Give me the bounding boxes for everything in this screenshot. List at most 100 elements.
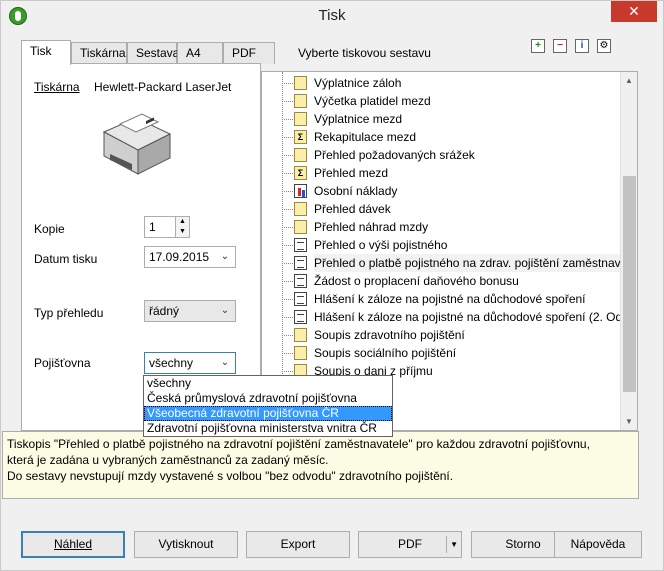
overview-type-select[interactable]: řádný ⌄ — [144, 300, 236, 322]
tree-connector — [284, 191, 293, 192]
tab-tiskarna[interactable]: Tiskárna — [71, 42, 127, 64]
report-item-label: Výplatnice záloh — [314, 76, 402, 90]
report-selection-caption: Vyberte tiskovou sestavu — [298, 46, 431, 60]
date-input[interactable]: 17.09.2015 ⌄ — [144, 246, 236, 268]
help-button[interactable]: Nápověda — [554, 531, 642, 558]
report-item[interactable]: Soupis zdravotního pojištění — [284, 326, 624, 344]
report-item-label: Soupis zdravotního pojištění — [314, 328, 465, 342]
title-bar: Tisk ✕ — [1, 1, 663, 31]
tree-connector — [284, 101, 293, 102]
add-icon[interactable]: + — [531, 39, 545, 53]
folder-icon — [294, 112, 307, 126]
report-item[interactable]: Hlášení k záloze na pojistné na důchodov… — [284, 290, 624, 308]
report-item-label: Výčetka platidel mezd — [314, 94, 431, 108]
report-item[interactable]: Osobní náklady — [284, 182, 624, 200]
scroll-down-icon[interactable]: ▼ — [621, 413, 637, 430]
report-item[interactable]: Přehled náhrad mzdy — [284, 218, 624, 236]
scroll-thumb[interactable] — [623, 176, 636, 392]
tab-pdf[interactable]: PDF — [223, 42, 275, 64]
report-item-label: Přehled náhrad mzdy — [314, 220, 429, 234]
close-button[interactable]: ✕ — [611, 1, 657, 22]
printer-link[interactable]: Tiskárna — [34, 80, 80, 94]
report-item[interactable]: Žádost o proplacení daňového bonusu — [284, 272, 624, 290]
description-line: Tiskopis "Přehled o platbě pojistného na… — [7, 437, 590, 451]
folder-icon — [294, 76, 307, 90]
tree-connector — [284, 173, 293, 174]
report-item[interactable]: Výčetka platidel mezd — [284, 92, 624, 110]
split-divider — [446, 536, 447, 553]
tree-connector — [284, 119, 293, 120]
report-item-label: Hlášení k záloze na pojistné na důchodov… — [314, 310, 629, 324]
report-item-label: Hlášení k záloze na pojistné na důchodov… — [314, 292, 586, 306]
report-item[interactable]: Σ Rekapitulace mezd — [284, 128, 624, 146]
report-item[interactable]: Výplatnice záloh — [284, 74, 624, 92]
chart-icon — [294, 184, 307, 198]
tab-sestava[interactable]: Sestava — [127, 42, 179, 64]
tree-connector — [284, 299, 293, 300]
folder-icon — [294, 94, 307, 108]
window-title: Tisk — [318, 7, 346, 24]
description-line: Do sestavy nevstupují mzdy vystavené s v… — [7, 469, 454, 483]
report-item-label: Přehled dávek — [314, 202, 391, 216]
preview-button[interactable]: Náhled — [21, 531, 125, 558]
description-line: která je zadána u vybraných zaměstnanců … — [7, 453, 329, 467]
tree-connector — [284, 371, 293, 372]
insurer-label: Pojišťovna — [34, 356, 91, 370]
tree-connector — [284, 245, 293, 246]
tree-connector — [284, 317, 293, 318]
close-icon: ✕ — [628, 3, 640, 19]
report-item[interactable]: Přehled požadovaných srážek — [284, 146, 624, 164]
chevron-down-icon: ⌄ — [220, 357, 230, 368]
doc-icon — [294, 292, 307, 306]
tree-connector — [284, 209, 293, 210]
info-icon[interactable]: i — [575, 39, 589, 53]
report-item-label: Přehled o platbě pojistného na zdrav. po… — [314, 254, 628, 272]
insurer-option[interactable]: Zdravotní pojišťovna ministerstva vnitra… — [144, 421, 392, 436]
remove-icon[interactable]: − — [553, 39, 567, 53]
print-button[interactable]: Vytisknout — [134, 531, 238, 558]
report-list-scrollbar[interactable]: ▲ ▼ — [620, 72, 637, 430]
folder-icon — [294, 220, 307, 234]
overview-type-label: Typ přehledu — [34, 306, 104, 320]
tree-connector — [284, 83, 293, 84]
scroll-up-icon[interactable]: ▲ — [621, 72, 637, 89]
tree-connector — [284, 335, 293, 336]
copies-spinner[interactable]: ▲ ▼ — [175, 217, 189, 237]
folder-icon — [294, 346, 307, 360]
printer-name: Hewlett-Packard LaserJet — [94, 80, 232, 94]
printer-icon — [102, 113, 172, 175]
dropdown-arrow-icon[interactable]: ▼ — [450, 532, 458, 557]
insurer-option[interactable]: Česká průmyslová zdravotní pojišťovna — [144, 391, 392, 406]
sum-icon: Σ — [294, 166, 307, 180]
report-item-label: Přehled o výši pojistného — [314, 238, 448, 252]
settings-icon[interactable]: ⚙ — [597, 39, 611, 53]
print-dialog: Tisk ✕ Tisk Tiskárna Sestava A4 PDF Vybe… — [0, 0, 664, 571]
insurer-dropdown-list: všechny Česká průmyslová zdravotní pojiš… — [143, 375, 393, 437]
date-label: Datum tisku — [34, 252, 98, 266]
report-item[interactable]: Soupis sociálního pojištění — [284, 344, 624, 362]
report-item[interactable]: Přehled dávek — [284, 200, 624, 218]
doc-icon — [294, 256, 307, 270]
insurer-option[interactable]: všechny — [144, 376, 392, 391]
report-item[interactable]: Hlášení k záloze na pojistné na důchodov… — [284, 308, 629, 326]
tree-connector — [284, 155, 293, 156]
insurer-select[interactable]: všechny ⌄ — [144, 352, 236, 374]
report-item-label: Rekapitulace mezd — [314, 130, 417, 144]
report-item[interactable]: Přehled o platbě pojistného na zdrav. po… — [284, 254, 628, 272]
report-item[interactable]: Σ Přehled mezd — [284, 164, 624, 182]
insurer-option[interactable]: Všeobecná zdravotní pojišťovna ČR — [144, 406, 392, 421]
tree-connector — [284, 227, 293, 228]
chevron-down-icon: ⌄ — [220, 305, 230, 316]
chevron-down-icon[interactable]: ⌄ — [216, 248, 234, 266]
report-item-label: Přehled mezd — [314, 166, 389, 180]
folder-icon — [294, 328, 307, 342]
pdf-button[interactable]: PDF ▼ — [358, 531, 462, 558]
export-button[interactable]: Export — [246, 531, 350, 558]
report-item-label: Soupis sociálního pojištění — [314, 346, 457, 360]
copies-input[interactable]: 1 ▲ ▼ — [144, 216, 190, 238]
tab-tisk[interactable]: Tisk — [21, 40, 71, 65]
tree-connector — [284, 353, 293, 354]
report-item[interactable]: Přehled o výši pojistného — [284, 236, 624, 254]
report-item[interactable]: Výplatnice mezd — [284, 110, 624, 128]
tab-a4[interactable]: A4 — [177, 42, 223, 64]
